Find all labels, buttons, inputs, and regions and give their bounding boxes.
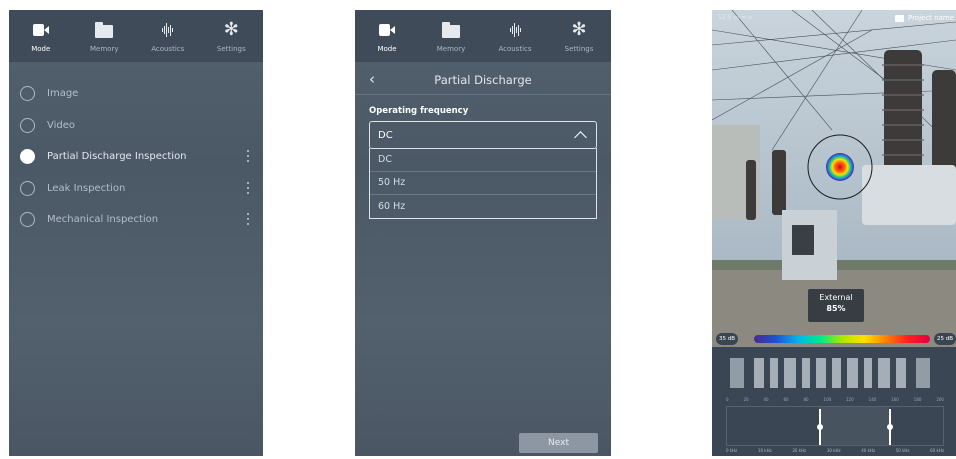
tab-settings[interactable]: ✻ Settings — [200, 10, 264, 62]
axis-tick: 20 — [743, 397, 749, 402]
select-value: DC — [378, 130, 393, 141]
axis-tick: 0 — [726, 397, 729, 402]
tab-label: Memory — [436, 45, 466, 53]
option-60hz[interactable]: 60 Hz — [370, 195, 596, 219]
partial-discharge-screen: Mode Memory Acoustics ✻ Settings ‹ Parti… — [355, 10, 611, 456]
mode-item-partial-discharge[interactable]: Partial Discharge Inspection — [9, 141, 263, 173]
color-scale-bar — [754, 335, 930, 343]
axis-tick: 80 — [803, 397, 809, 402]
popup-value: 85% — [826, 304, 846, 313]
tab-settings[interactable]: ✻ Settings — [547, 10, 611, 62]
frequency-axis: 0 kHz 10 kHz 20 kHz 30 kHz 40 kHz 50 kHz… — [726, 448, 944, 453]
axis-tick: 10 kHz — [757, 448, 772, 453]
axis-tick: 160 — [891, 397, 899, 402]
status-bar: 12:5 ▭ ≈ ⌂ — [718, 14, 752, 21]
project-name-label: Project name — [907, 14, 954, 22]
axis-tick: 100 — [823, 397, 832, 402]
option-50hz[interactable]: 50 Hz — [370, 172, 596, 195]
axis-tick: 60 kHz — [930, 448, 944, 453]
tab-label: Mode — [377, 45, 397, 53]
radio-button[interactable] — [20, 86, 35, 102]
spectrum-axis: 0 20 40 60 80 100 120 140 160 180 200 — [726, 397, 944, 402]
mode-item-label: Partial Discharge Inspection — [47, 151, 187, 163]
more-options-icon[interactable] — [247, 181, 249, 194]
mode-item-leak[interactable]: Leak Inspection — [9, 173, 263, 205]
axis-tick: 20 kHz — [792, 448, 807, 453]
tab-bar: Mode Memory Acoustics ✻ Settings — [355, 10, 611, 62]
axis-tick: 0 kHz — [726, 448, 738, 453]
folder-icon — [442, 22, 460, 38]
tab-label: Settings — [564, 45, 594, 53]
gear-icon: ✻ — [223, 19, 239, 40]
more-options-icon[interactable] — [247, 213, 249, 225]
selected-frequency-range — [819, 407, 889, 445]
radio-button-selected[interactable] — [20, 149, 35, 165]
axis-tick: 200 — [936, 397, 944, 402]
waveform-icon — [509, 23, 521, 37]
tab-mode[interactable]: Mode — [355, 10, 419, 62]
axis-tick: 40 kHz — [861, 448, 876, 453]
tab-mode[interactable]: Mode — [9, 10, 73, 62]
sub-header: ‹ Partial Discharge — [355, 68, 611, 95]
scale-max-label: 25 dB — [933, 333, 956, 345]
camera-screen: 12:5 ▭ ≈ ⌂ Project name External 85% 35 … — [712, 10, 956, 456]
popup-label: External — [819, 293, 853, 302]
page-title: Partial Discharge — [434, 73, 532, 87]
tab-label: Acoustics — [498, 45, 532, 53]
axis-tick: 40 — [763, 397, 769, 402]
project-name[interactable]: Project name — [894, 14, 954, 22]
mode-item-mechanical[interactable]: Mechanical Inspection — [9, 204, 263, 236]
acoustic-hotspot — [826, 153, 854, 181]
tab-label: Settings — [216, 45, 246, 53]
tab-acoustics[interactable]: Acoustics — [483, 10, 547, 62]
range-knob-right[interactable] — [886, 424, 893, 430]
radio-button[interactable] — [20, 180, 35, 196]
tab-memory[interactable]: Memory — [73, 10, 137, 62]
operating-frequency-label: Operating frequency — [369, 106, 469, 116]
axis-tick: 50 kHz — [895, 448, 910, 453]
range-knob-left[interactable] — [816, 424, 823, 430]
tab-label: Acoustics — [151, 45, 185, 53]
frequency-options: DC 50 Hz 60 Hz — [369, 148, 597, 219]
mode-item-image[interactable]: Image — [9, 78, 263, 110]
mode-item-label: Leak Inspection — [47, 182, 126, 194]
chevron-up-icon — [574, 131, 587, 144]
operating-frequency-select[interactable]: DC — [369, 121, 597, 149]
scale-min-label: 35 dB — [716, 333, 739, 345]
mode-item-label: Image — [47, 88, 79, 100]
tab-bar: Mode Memory Acoustics ✻ Settings — [9, 10, 263, 62]
frequency-range-graph[interactable] — [726, 406, 944, 446]
mode-list: Image Video Partial Discharge Inspection… — [9, 78, 263, 236]
folder-icon — [894, 14, 904, 22]
spectrum-panel: 0 20 40 60 80 100 120 140 160 180 200 0 … — [712, 350, 956, 456]
mode-item-label: Mechanical Inspection — [47, 214, 159, 226]
tab-label: Memory — [90, 45, 119, 53]
tab-acoustics[interactable]: Acoustics — [136, 10, 200, 62]
spectrum-chart — [726, 358, 944, 392]
more-options-icon[interactable] — [247, 150, 249, 162]
folder-icon — [95, 22, 114, 38]
radio-button[interactable] — [20, 117, 35, 133]
mode-item-video[interactable]: Video — [9, 110, 263, 142]
radio-button[interactable] — [20, 212, 35, 228]
option-dc[interactable]: DC — [370, 148, 596, 172]
mode-item-label: Video — [47, 119, 76, 131]
tab-memory[interactable]: Memory — [419, 10, 483, 62]
axis-tick: 120 — [846, 397, 854, 402]
camera-icon — [379, 24, 395, 36]
gear-icon: ✻ — [571, 19, 587, 40]
next-button[interactable]: Next — [519, 433, 598, 453]
axis-tick: 60 — [783, 397, 789, 402]
mode-screen: Mode Memory Acoustics ✻ Settings Image V… — [9, 10, 263, 456]
tab-label: Mode — [31, 45, 51, 53]
axis-tick: 30 kHz — [826, 448, 841, 453]
axis-tick: 180 — [913, 397, 922, 402]
axis-tick: 140 — [868, 397, 877, 402]
camera-view: 12:5 ▭ ≈ ⌂ Project name External 85% 35 … — [712, 10, 956, 347]
waveform-icon — [162, 23, 174, 37]
camera-icon — [32, 24, 49, 36]
detection-popup: External 85% — [808, 289, 864, 322]
